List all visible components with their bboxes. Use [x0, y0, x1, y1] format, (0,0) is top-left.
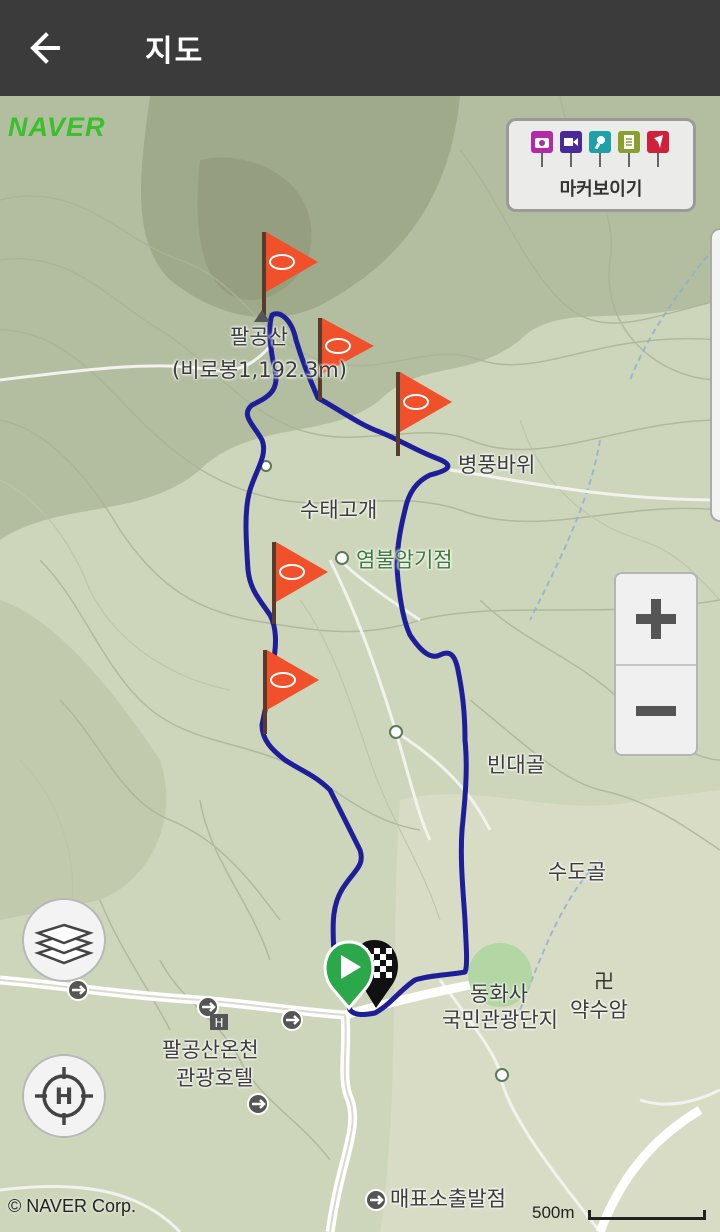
svg-text:卍: 卍 [594, 969, 614, 993]
zoom-control [614, 572, 698, 756]
minus-icon [636, 706, 676, 716]
place-label-hotel-2: 관광호텔 [176, 1066, 254, 1090]
crosshair-icon: H [35, 1067, 93, 1125]
svg-text:H: H [214, 1016, 223, 1030]
svg-text:H: H [55, 1085, 73, 1110]
video-pin [560, 131, 582, 171]
plus-icon [636, 599, 676, 639]
arrow-left-icon[interactable] [22, 24, 74, 72]
copyright-text: © NAVER Corp. [8, 1196, 136, 1216]
place-label-bindae: 빈대골 [487, 753, 545, 777]
layers-button[interactable] [22, 898, 106, 982]
place-label-maepyo: 매표소출발점 [390, 1187, 506, 1211]
place-label-sutae: 수태고개 [300, 498, 378, 522]
app-bar: 지도 [0, 0, 720, 96]
map-view[interactable]: H 卍 [0, 96, 720, 1232]
place-label-donghwa-park: 국민관광단지 [442, 1008, 558, 1032]
zoom-out-button[interactable] [616, 666, 696, 756]
place-label-peak: 팔공산 [230, 325, 288, 349]
place-label-hotel: 팔공산온천 [162, 1038, 259, 1062]
camera-icon [535, 138, 549, 148]
place-label-yaksu: 약수암 [570, 998, 628, 1022]
scale-label: 500m [532, 1203, 575, 1222]
naver-logo: NAVER [8, 112, 106, 142]
memo-pin [618, 131, 640, 171]
microphone-pin [589, 131, 611, 171]
layers-icon [34, 923, 94, 965]
marker-pins [531, 131, 669, 171]
flag-pin [647, 131, 669, 171]
page-title: 지도 [145, 34, 205, 69]
video-icon [564, 138, 578, 146]
place-label-byeongpung: 병풍바위 [458, 453, 536, 477]
place-label-donghwa: 동화사 [470, 982, 528, 1006]
camera-pin [531, 131, 553, 171]
memo-icon [624, 135, 634, 149]
place-label-peak-sub: (비로봉1,192.3m) [172, 358, 347, 382]
scale-bar [588, 1210, 706, 1220]
place-label-yeombul: 염불암기점 [356, 548, 453, 572]
microphone-icon [594, 136, 605, 149]
side-panel-handle[interactable] [710, 228, 720, 522]
terrain-map: H 卍 [0, 96, 720, 1232]
marker-toggle-label: 마커보이기 [559, 179, 643, 200]
zoom-in-button[interactable] [616, 574, 696, 666]
marker-toggle-panel[interactable]: 마커보이기 [506, 118, 696, 212]
place-label-sudo: 수도골 [548, 860, 606, 884]
flag-icon [654, 135, 663, 148]
location-button[interactable]: H [22, 1054, 106, 1138]
